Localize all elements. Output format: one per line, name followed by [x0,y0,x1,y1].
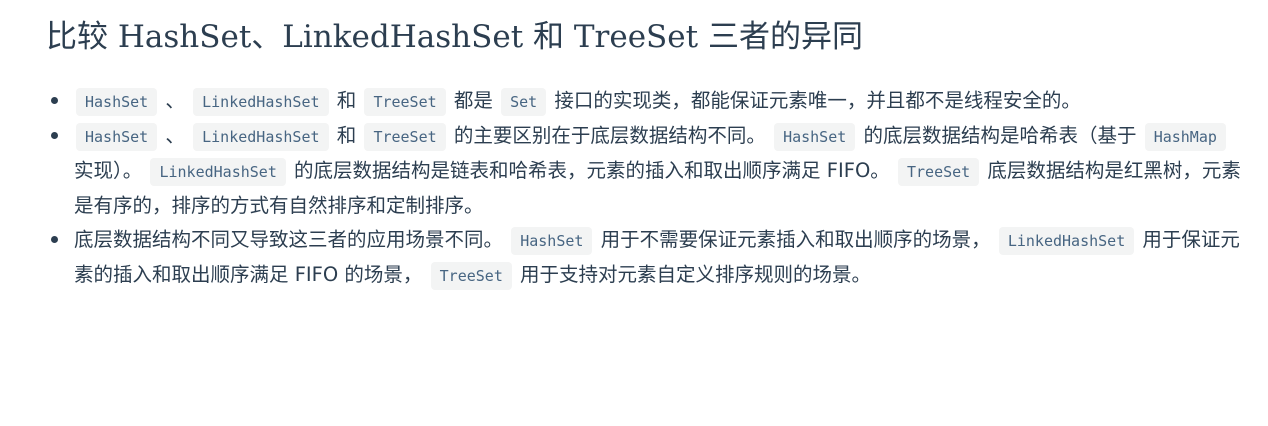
inline-code: TreeSet [364,123,446,151]
inline-code: HashSet [774,123,856,151]
inline-code: HashMap [1144,123,1226,151]
list-item-text: 用于不需要保证元素插入和取出顺序的场景， [594,228,997,251]
list-item: 底层数据结构不同又导致这三者的应用场景不同。 HashSet 用于不需要保证元素… [51,223,1244,293]
list-item-text: 、 [159,89,192,112]
list-item: HashSet 、 LinkedHashSet 和 TreeSet 都是 Set… [51,84,1244,119]
inline-code: TreeSet [364,88,446,116]
inline-code: HashSet [511,227,593,255]
page-title: 比较 HashSet、LinkedHashSet 和 TreeSet 三者的异同 [46,19,863,55]
inline-code: LinkedHashSet [193,88,329,116]
list-item-text: 用于支持对元素自定义排序规则的场景。 [513,263,872,286]
list-item-text: 实现）。 [74,159,149,182]
inline-code: HashSet [76,88,158,116]
list-item-text: 、 [159,124,192,147]
document-page: 比较 HashSet、LinkedHashSet 和 TreeSet 三者的异同… [0,0,1268,426]
inline-code: TreeSet [898,158,980,186]
inline-code: LinkedHashSet [193,123,329,151]
list-item-text: 和 [330,124,363,147]
list-item-text: 都是 [447,89,500,112]
comparison-list: HashSet 、 LinkedHashSet 和 TreeSet 都是 Set… [46,84,1244,293]
list-item-text: 接口的实现类，都能保证元素唯一，并且都不是线程安全的。 [548,89,1081,112]
list-item-text: 的底层数据结构是哈希表（基于 [857,124,1143,147]
inline-code: LinkedHashSet [998,227,1135,255]
bullet-dot-icon [51,236,58,243]
list-item: HashSet 、 LinkedHashSet 和 TreeSet 的主要区别在… [51,119,1244,223]
inline-code: TreeSet [430,262,512,290]
bullet-dot-icon [51,97,58,104]
bullet-dot-icon [51,132,58,139]
inline-code: LinkedHashSet [150,158,286,186]
list-item-text: 底层数据结构不同又导致这三者的应用场景不同。 [74,228,510,251]
inline-code: Set [501,88,547,116]
inline-code: HashSet [76,123,158,151]
list-item-text: 的主要区别在于底层数据结构不同。 [447,124,773,147]
list-item-text: 的底层数据结构是链表和哈希表，元素的插入和取出顺序满足 FIFO。 [287,159,896,182]
list-item-text: 和 [330,89,363,112]
